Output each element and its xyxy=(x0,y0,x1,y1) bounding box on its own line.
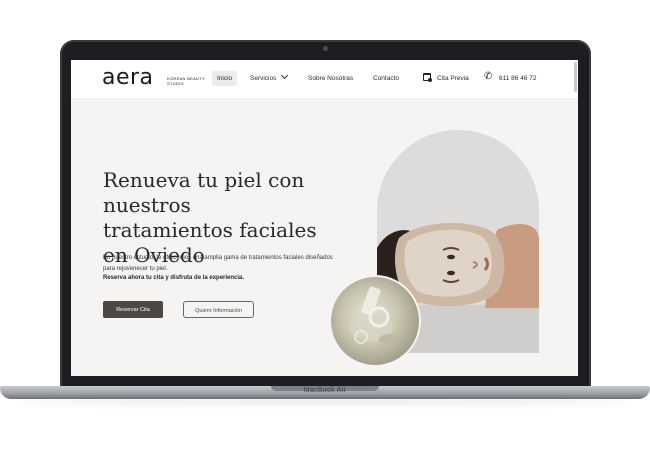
scrollbar[interactable] xyxy=(574,62,577,92)
nav-item-inicio[interactable]: Inicio xyxy=(212,71,238,86)
appointment-link[interactable]: Cita Previa xyxy=(432,71,474,86)
more-info-button[interactable]: Quiero Información xyxy=(183,301,254,318)
camera-icon xyxy=(323,46,328,51)
hero-description: En nuestro estudio, te ofrecemos una amp… xyxy=(103,255,333,272)
reserve-appointment-button[interactable]: Reservar Cita xyxy=(103,301,163,318)
phone-icon: ✆ xyxy=(484,71,493,82)
site-header: aera KOREAN BEAUTY STUDIO Inicio Servici… xyxy=(71,60,578,98)
chevron-down-icon xyxy=(281,71,289,80)
laptop-model-label: MacBook Air xyxy=(303,387,347,394)
nav-item-sobre-nosotras[interactable]: Sobre Nosotras xyxy=(303,71,358,86)
nav-item-label: Servicios xyxy=(250,75,277,82)
brand-tagline: KOREAN BEAUTY STUDIO xyxy=(167,76,205,86)
phone-link[interactable]: 611 86 46 72 xyxy=(494,71,541,86)
brand-logo[interactable]: aera xyxy=(102,65,154,90)
nav-item-servicios[interactable]: Servicios xyxy=(245,71,292,86)
calendar-icon xyxy=(423,73,432,82)
website-screen: aera KOREAN BEAUTY STUDIO Inicio Servici… xyxy=(71,60,578,376)
hero-call-to-action-text: Reserva ahora tu cita y disfruta de la e… xyxy=(103,275,245,281)
serum-bottle-illustration xyxy=(349,286,399,344)
nav-item-contacto[interactable]: Contacto xyxy=(368,71,404,86)
serum-photo xyxy=(329,275,421,367)
laptop-shadow xyxy=(20,399,630,405)
